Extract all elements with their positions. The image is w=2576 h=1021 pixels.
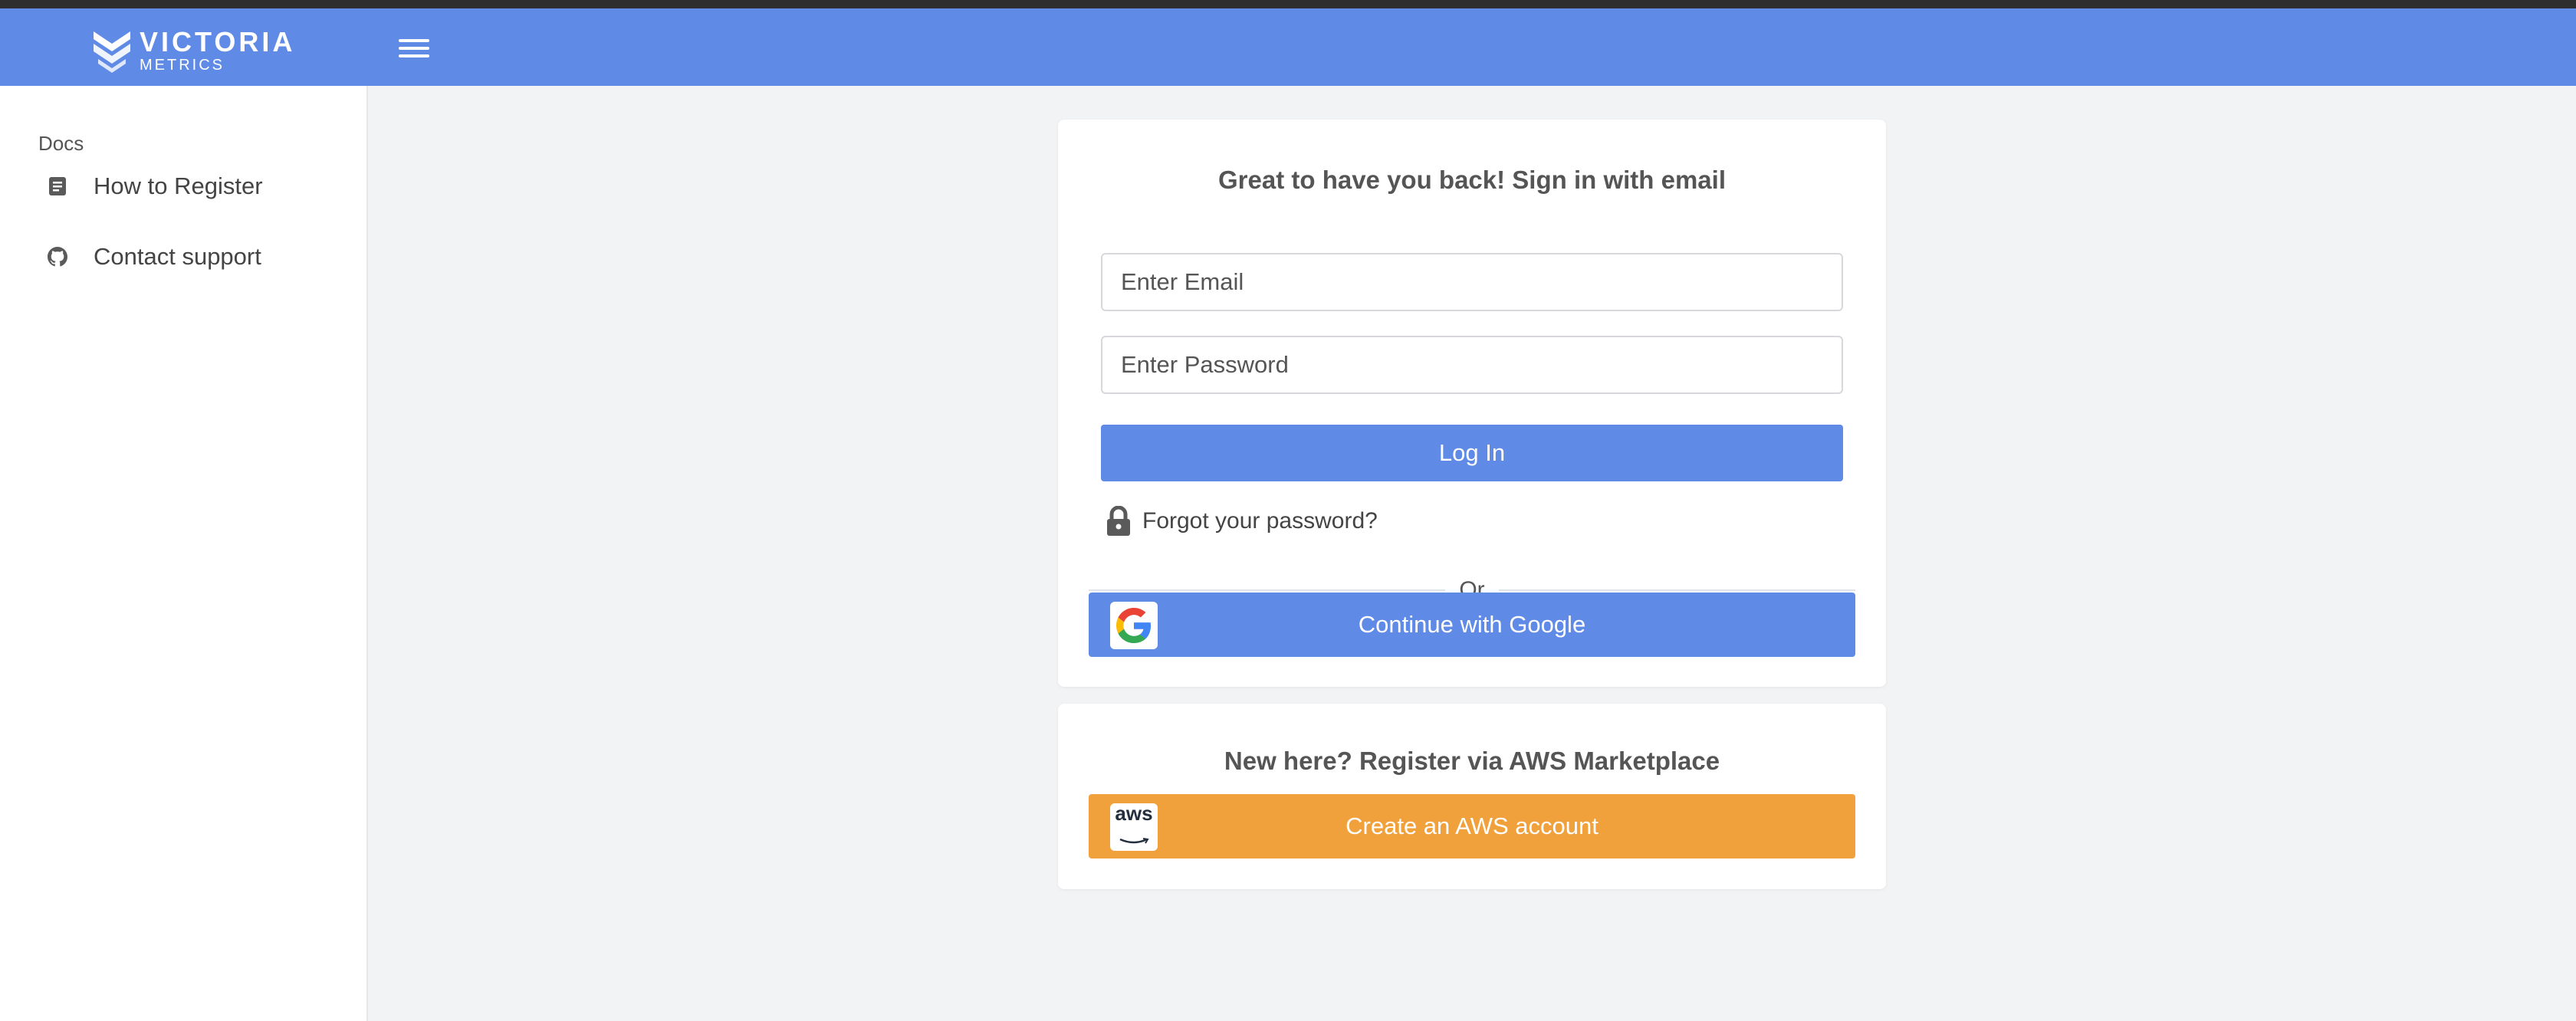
hamburger-menu-icon[interactable] <box>399 34 429 62</box>
google-icon <box>1110 602 1158 649</box>
password-input[interactable] <box>1101 336 1843 394</box>
brand-logo[interactable]: VICTORIA METRICS <box>92 28 295 73</box>
document-icon <box>38 176 77 196</box>
brand-line-1: VICTORIA <box>140 26 296 57</box>
lock-icon <box>1107 506 1130 536</box>
brand-line-2: METRICS <box>140 57 225 74</box>
aws-button-label: Create an AWS account <box>1346 813 1598 839</box>
sidebar-item-label: Contact support <box>94 243 261 270</box>
forgot-password-link[interactable]: Forgot your password? <box>1106 506 1378 537</box>
login-button[interactable]: Log In <box>1101 425 1843 481</box>
login-card: Great to have you back! Sign in with ema… <box>1058 120 1886 687</box>
create-aws-account-button[interactable]: aws Create an AWS account <box>1089 794 1855 858</box>
register-title: New here? Register via AWS Marketplace <box>1224 747 1720 775</box>
continue-with-google-button[interactable]: Continue with Google <box>1089 593 1855 657</box>
divider-line <box>1498 589 1856 591</box>
brand-name: VICTORIA METRICS <box>140 26 296 74</box>
aws-logo-icon: aws <box>1110 803 1158 851</box>
sidebar-item-contact-support[interactable]: Contact support <box>38 230 345 284</box>
sidebar-section-title: Docs <box>38 132 84 155</box>
login-title: Great to have you back! Sign in with ema… <box>1218 166 1726 194</box>
aws-logo-text: aws <box>1115 802 1153 825</box>
victoria-metrics-logo-icon <box>94 31 130 73</box>
sidebar: Docs How to Register Contact support <box>0 86 368 1021</box>
forgot-password-label: Forgot your password? <box>1142 508 1378 533</box>
register-card: New here? Register via AWS Marketplace a… <box>1058 704 1886 889</box>
sidebar-item-how-to-register[interactable]: How to Register <box>38 159 345 213</box>
divider-line <box>1089 589 1446 591</box>
sidebar-item-label: How to Register <box>94 172 263 199</box>
email-input[interactable] <box>1101 253 1843 311</box>
top-header: VICTORIA METRICS <box>0 8 2576 86</box>
github-icon <box>38 247 77 267</box>
window-top-strip <box>0 0 2576 8</box>
google-button-label: Continue with Google <box>1358 611 1586 638</box>
